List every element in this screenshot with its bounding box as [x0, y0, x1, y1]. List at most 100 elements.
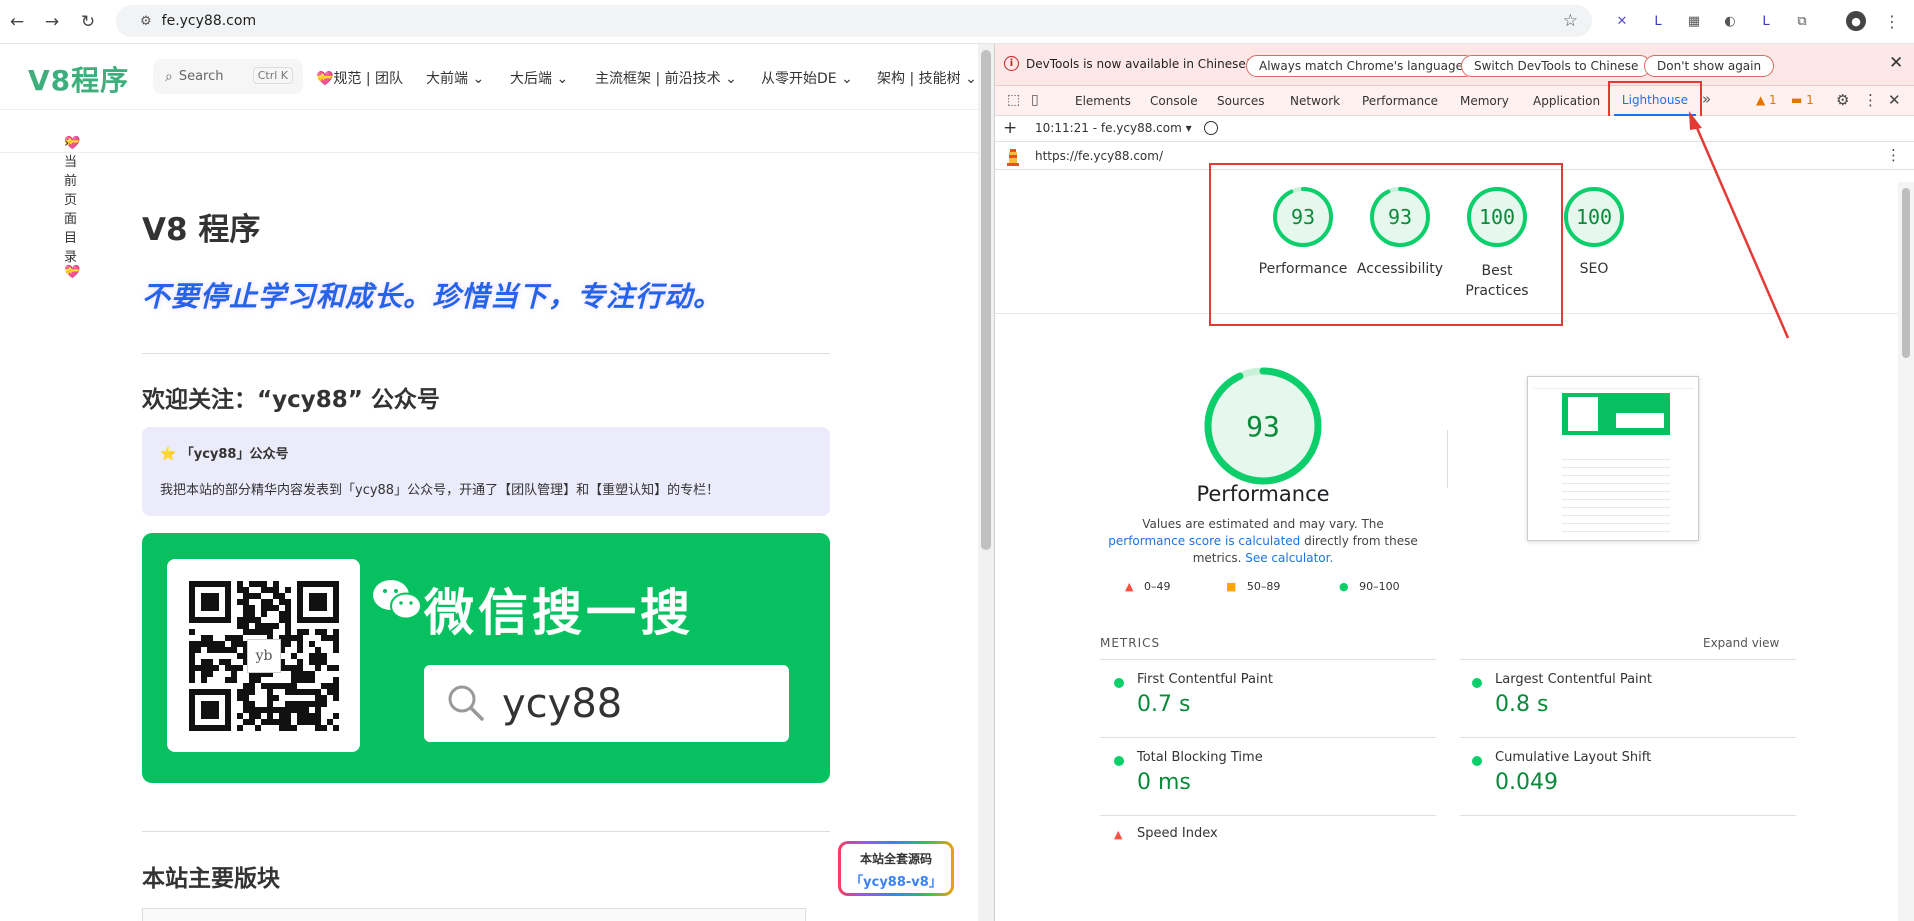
- scores-highlight-box: [1209, 163, 1563, 326]
- wechat-search-field: ycy88: [424, 665, 789, 742]
- clear-reports-icon[interactable]: [1204, 121, 1218, 135]
- toc-toggle[interactable]: 💝当前页面目录💝 ›: [32, 123, 80, 280]
- tab-console[interactable]: Console: [1150, 94, 1198, 108]
- toc-label: 💝当前页面目录💝: [64, 136, 81, 280]
- bookmark-star-icon[interactable]: ☆: [1563, 11, 1578, 31]
- badge-line-1: 本站全套源码: [859, 852, 932, 866]
- address-bar[interactable]: ⚙ fe.ycy88.com ☆: [116, 5, 1592, 37]
- address-bar-url: fe.ycy88.com: [161, 13, 257, 29]
- svg-text:93: 93: [1246, 410, 1280, 443]
- slogan: 不要停止学习和成长。珍惜当下，专注行动。: [142, 280, 723, 313]
- performance-note: Values are estimated and may vary. The p…: [1105, 516, 1421, 567]
- nav-item[interactable]: 💝规范 | 团队: [316, 68, 403, 88]
- chrome-menu-icon[interactable]: ⋮: [1882, 11, 1902, 31]
- callout-body: 我把本站的部分精华内容发表到「ycy88」公众号，开通了【团队管理】和【重塑认知…: [160, 483, 720, 498]
- forward-icon[interactable]: →: [38, 8, 66, 36]
- legend-average-label: 50–89: [1246, 580, 1281, 593]
- tab-elements[interactable]: Elements: [1075, 94, 1131, 108]
- tab-performance[interactable]: Performance: [1362, 94, 1438, 108]
- green-circle-icon: ●: [1339, 580, 1349, 593]
- search-icon: ⌕: [165, 68, 173, 85]
- star-icon: ⭐: [160, 447, 177, 462]
- score-gauge-seo[interactable]: 100: [1562, 185, 1626, 249]
- warnings-counter[interactable]: ▲ 1: [1756, 93, 1777, 107]
- chevron-down-icon: ⌄: [725, 71, 737, 87]
- nav-item-label: 大前端: [426, 71, 468, 87]
- scrollbar-thumb[interactable]: [981, 50, 991, 550]
- divider: [1100, 815, 1436, 816]
- devtools-language-infobar: i DevTools is now available in Chinese! …: [995, 44, 1914, 86]
- extension-x-icon[interactable]: ✕: [1612, 11, 1632, 31]
- page-screenshot-thumbnail[interactable]: [1527, 376, 1699, 541]
- chevron-down-icon: ⌄: [965, 71, 977, 87]
- divider: [1447, 430, 1448, 488]
- back-icon[interactable]: ←: [3, 8, 31, 36]
- extension-icon[interactable]: ▦: [1684, 11, 1704, 31]
- performance-heading: Performance: [1196, 482, 1330, 506]
- tab-memory[interactable]: Memory: [1460, 94, 1509, 108]
- red-triangle-icon: ▲: [1125, 580, 1134, 593]
- note-text: Values are estimated and may vary. The: [1142, 517, 1384, 531]
- lighthouse-toolbar: + 10:11:21 - fe.ycy88.com ▾: [995, 116, 1914, 142]
- report-menu-icon[interactable]: ⋮: [1886, 146, 1901, 164]
- close-devtools-icon[interactable]: ✕: [1888, 91, 1901, 109]
- metric-value: 0.8 s: [1495, 692, 1549, 717]
- scrollbar-thumb[interactable]: [1902, 188, 1910, 358]
- metrics-heading: METRICS: [1100, 636, 1161, 650]
- lighthouse-icon: [1007, 149, 1019, 166]
- profile-avatar[interactable]: ●: [1846, 11, 1866, 31]
- site-logo[interactable]: V8程序: [28, 59, 129, 99]
- web-page: V8程序 ⌕ Search Ctrl K 💝规范 | 团队 大前端 ⌄ 大后端 …: [0, 44, 978, 921]
- extension-icon[interactable]: ᒪ: [1756, 11, 1776, 31]
- reload-icon[interactable]: ↻: [74, 8, 102, 36]
- devtools-menu-icon[interactable]: ⋮: [1863, 91, 1878, 109]
- search-shortcut: Ctrl K: [252, 67, 293, 84]
- page-scrollbar[interactable]: [978, 44, 994, 921]
- nav-item-label: 架构 | 技能树: [877, 71, 961, 87]
- search-button[interactable]: ⌕ Search Ctrl K: [153, 59, 303, 94]
- report-selector[interactable]: 10:11:21 - fe.ycy88.com ▾: [1035, 121, 1192, 135]
- divider: [1100, 659, 1436, 660]
- issues-counter[interactable]: ▬ 1: [1791, 93, 1814, 107]
- nav-item[interactable]: 大前端 ⌄: [426, 68, 484, 88]
- performance-score-link[interactable]: performance score is calculated: [1108, 534, 1300, 548]
- always-match-language-button[interactable]: Always match Chrome's language: [1246, 55, 1476, 77]
- callout-title: ⭐ 「ycy88」公众号: [160, 443, 288, 462]
- tab-application[interactable]: Application: [1533, 94, 1600, 108]
- nav-item[interactable]: 大后端 ⌄: [510, 68, 568, 88]
- tab-network[interactable]: Network: [1290, 94, 1340, 108]
- nav-item[interactable]: 主流框架 | 前沿技术 ⌄: [595, 68, 737, 88]
- source-code-badge[interactable]: 本站全套源码 「ycy88-v8」: [838, 841, 954, 896]
- inspect-element-icon[interactable]: ⬚: [1007, 92, 1020, 108]
- expand-view-toggle[interactable]: Expand view: [1703, 636, 1779, 650]
- report-url[interactable]: https://fe.ycy88.com/: [1035, 149, 1163, 163]
- device-toolbar-icon[interactable]: ▯: [1031, 92, 1039, 108]
- settings-gear-icon[interactable]: ⚙: [1836, 91, 1849, 109]
- switch-to-chinese-button[interactable]: Switch DevTools to Chinese: [1461, 55, 1652, 77]
- extensions-puzzle-icon[interactable]: ⧉: [1792, 11, 1812, 31]
- legend-fail: ▲ 0–49: [1125, 580, 1170, 593]
- thumb-banner: [1562, 393, 1670, 435]
- nav-item[interactable]: 架构 | 技能树 ⌄: [877, 68, 977, 88]
- callout-title-text: 「ycy88」公众号: [180, 447, 289, 462]
- tab-sources[interactable]: Sources: [1217, 94, 1264, 108]
- close-infobar-icon[interactable]: ✕: [1889, 53, 1903, 73]
- site-info-icon[interactable]: ⚙: [140, 14, 152, 29]
- thumb-table: [1562, 452, 1670, 532]
- page-toc-bar[interactable]: 💝当前页面目录💝 ›: [0, 110, 978, 280]
- calculator-link[interactable]: See calculator.: [1245, 551, 1333, 565]
- report-scrollbar[interactable]: [1898, 182, 1914, 921]
- dropdown-arrow-icon: ▾: [1185, 121, 1192, 135]
- pass-dot-icon: [1472, 678, 1482, 688]
- extension-icon[interactable]: ᒪ: [1648, 11, 1668, 31]
- new-report-icon[interactable]: +: [1003, 118, 1017, 138]
- nav-item[interactable]: 从零开始DE ⌄: [761, 68, 853, 88]
- infobar-message: DevTools is now available in Chinese!: [1026, 57, 1251, 71]
- more-tabs-icon[interactable]: »: [1702, 90, 1711, 108]
- pass-dot-icon: [1114, 678, 1124, 688]
- nav-item-label: 从零开始DE: [761, 71, 837, 87]
- dont-show-again-button[interactable]: Don't show again: [1644, 55, 1775, 77]
- metric-value: 0.7 s: [1137, 692, 1191, 717]
- extension-icon[interactable]: ◐: [1720, 11, 1740, 31]
- divider: [1460, 815, 1796, 816]
